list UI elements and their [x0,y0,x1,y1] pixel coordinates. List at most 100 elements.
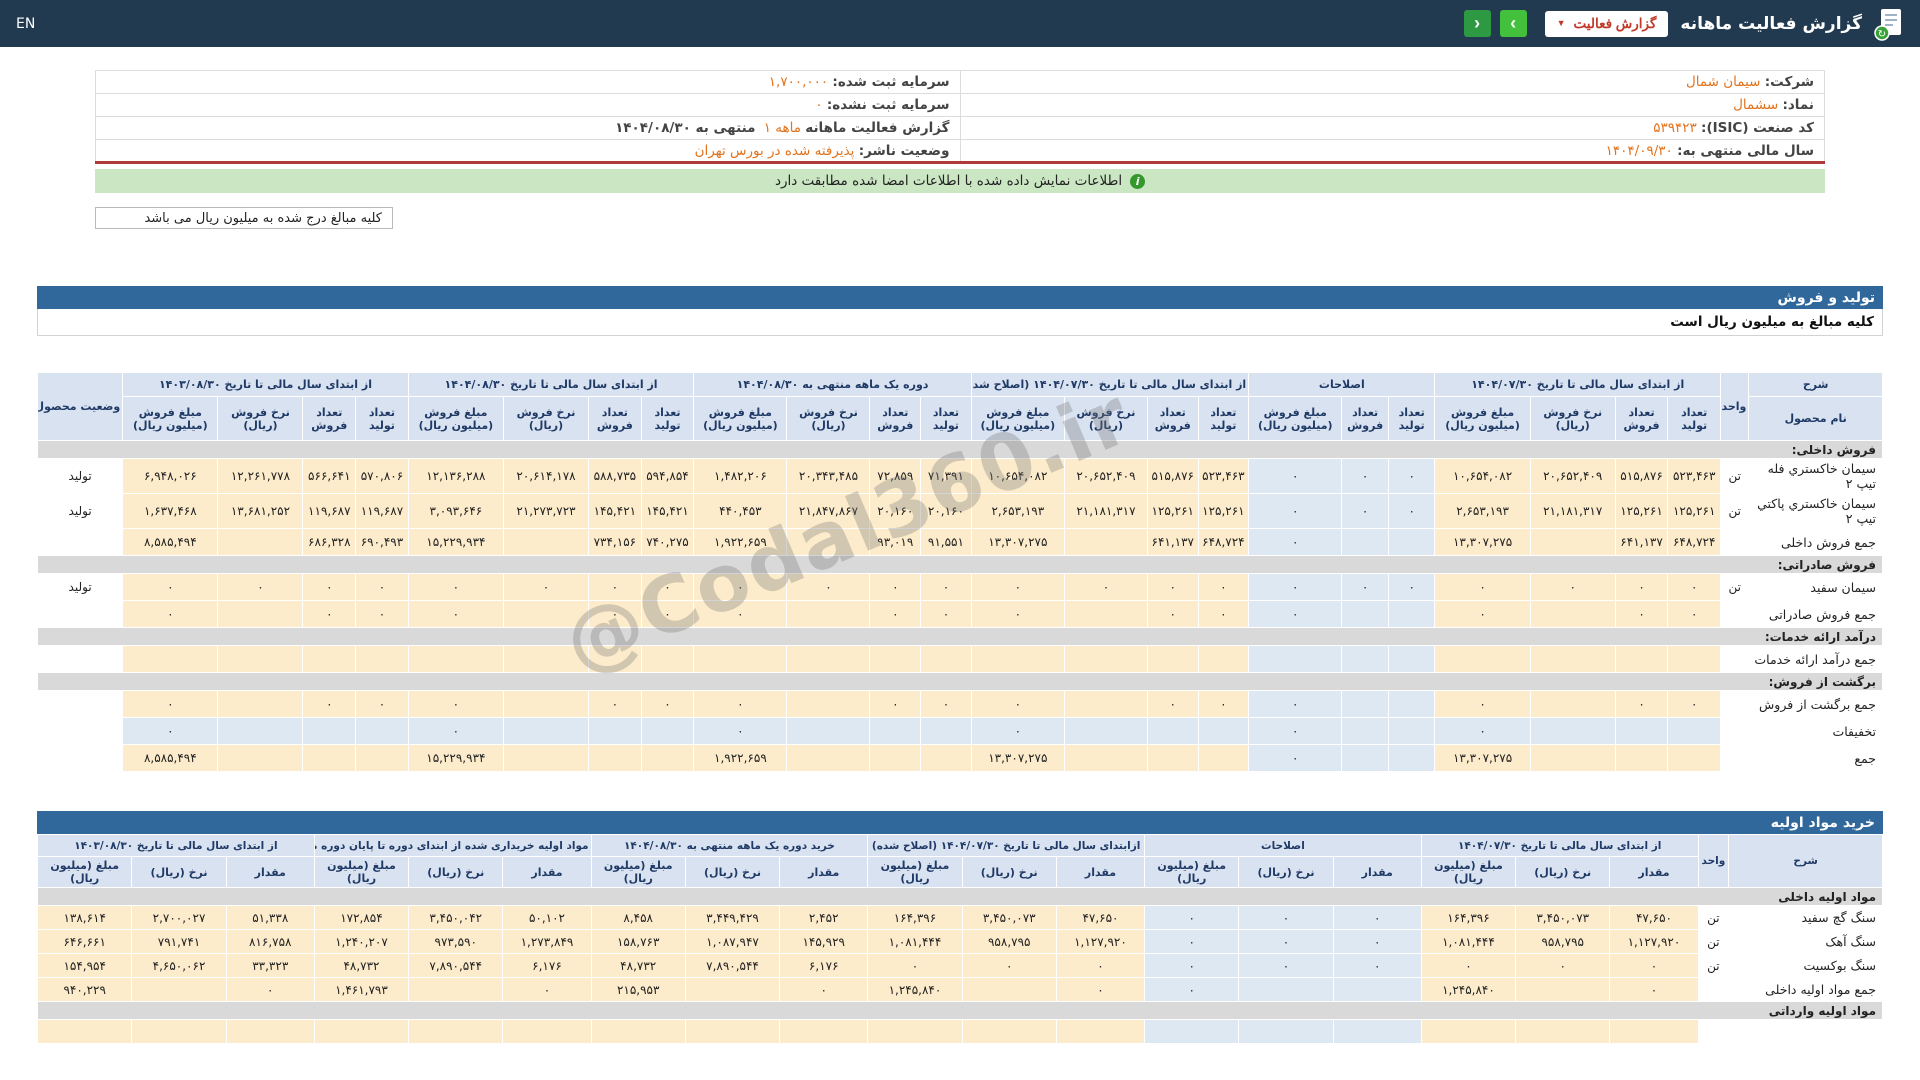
value-cell [218,529,303,556]
row-unit [1698,978,1729,1002]
table-row [38,1020,1883,1044]
spacer [37,336,1883,372]
report-body: تولید و فروش کلیه مبالغ به میلیون ریال ا… [37,286,1883,1044]
value-cell: ۲,۷۰۰,۰۲۷ [132,906,226,930]
value-cell: ۵۹۴,۸۵۴ [641,459,694,494]
value-cell [1388,745,1435,772]
value-cell [685,1020,779,1044]
fiscal-year-value: ۱۴۰۴/۰۹/۳۰ [1606,143,1673,159]
value-cell: ۵۰,۱۰۲ [503,906,591,930]
value-cell: ۱,۱۲۷,۹۲۰ [1056,930,1144,954]
value-cell: ۱۱۹,۶۸۷ [356,494,409,529]
report-period-cell: گزارش فعالیت ماهانه ۱ ماهه منتهی به ۱۴۰۴… [96,117,961,140]
value-cell [641,718,694,745]
value-cell: ۹۵۸,۷۹۵ [962,930,1056,954]
report-icon: ↻ [1874,7,1904,41]
value-cell [38,1020,132,1044]
value-cell: ۱,۶۳۷,۴۶۸ [123,494,218,529]
value-cell: ۱,۲۷۳,۸۴۹ [503,930,591,954]
report-type-dropdown[interactable]: گزارش فعالیت ▼ [1545,11,1669,37]
value-cell: ۰ [1145,930,1239,954]
value-cell: ۶۹۰,۴۹۳ [356,529,409,556]
value-cell: ۰ [921,574,972,601]
value-cell: ۰ [641,574,694,601]
section-row: برگشت از فروش: [38,673,1883,691]
table-row: سنگ بوکسیتتن۰۰۰۰۰۰۰۰۰۶,۱۷۶۷,۸۹۰,۵۴۴۴۸,۷۳… [38,954,1883,978]
value-cell: ۴۸,۷۳۲ [591,954,685,978]
value-cell: ۹۳,۰۱۹ [870,529,921,556]
value-cell [780,1020,868,1044]
header-group-row: شرحواحداز ابتدای سال مالی تا تاریخ ۱۴۰۴/… [38,373,1883,397]
prev-report-button[interactable]: ‹ [1464,10,1491,37]
value-cell [787,718,870,745]
value-cell: ۴۷,۶۵۰ [1056,906,1144,930]
amount-note-box: کلیه مبالغ درج شده به میلیون ریال می باش… [95,207,393,229]
value-cell: ۱۳۸,۶۱۴ [38,906,132,930]
header-period-group: مواد اولیه خریداری شده از ابتدای دوره تا… [314,835,591,857]
row-unit [1721,529,1749,556]
value-cell: ۲۰,۶۵۲,۴۰۹ [1064,459,1147,494]
fiscal-year-cell: سال مالی منتهی به: ۱۴۰۴/۰۹/۳۰ [960,140,1825,163]
report-nav-buttons: › ‹ [1464,10,1527,37]
value-cell [1239,978,1333,1002]
value-cell: ۳,۴۴۹,۴۲۹ [685,906,779,930]
value-cell [589,646,642,673]
info-row-isic: کد صنعت (ISIC): ۵۳۹۴۲۳ گزارش فعالیت ماها… [96,117,1825,140]
value-cell: ۰ [1249,718,1342,745]
row-unit: تن [1721,459,1749,494]
value-cell [787,601,870,628]
value-cell: ۱۱۹,۶۸۷ [303,494,356,529]
report-period-label: گزارش فعالیت ماهانه [805,120,949,136]
value-cell [356,745,409,772]
value-cell: ۶۸۶,۳۲۸ [303,529,356,556]
value-cell: ۰ [971,574,1064,601]
topbar: ↻ گزارش فعالیت ماهانه گزارش فعالیت ▼ › ‹… [0,0,1920,47]
value-cell: ۲۱۵,۹۵۳ [591,978,685,1002]
value-cell [1064,745,1147,772]
value-cell: ۰ [1249,494,1342,529]
value-cell: ۰ [694,718,787,745]
header-group-row: شرحواحداز ابتدای سال مالی تا تاریخ ۱۴۰۴/… [38,835,1883,857]
section-row: فروش داخلی: [38,441,1883,459]
production-sales-table: شرحواحداز ابتدای سال مالی تا تاریخ ۱۴۰۴/… [37,372,1883,772]
value-cell: ۰ [303,601,356,628]
value-cell [218,718,303,745]
value-cell: ۵۲۳,۴۶۳ [1198,459,1249,494]
value-cell: ۰ [1342,459,1389,494]
value-cell: ۳,۴۵۰,۰۷۳ [962,906,1056,930]
value-cell: ۰ [787,574,870,601]
value-cell: ۰ [694,691,787,718]
value-cell [1516,978,1610,1002]
value-cell: ۰ [1249,459,1342,494]
fiscal-year-label: سال مالی منتهی به: [1677,143,1814,159]
value-cell [1530,691,1615,718]
value-cell: ۰ [1435,691,1530,718]
value-cell [1198,646,1249,673]
value-cell: ۵۱۵,۸۷۶ [1147,459,1198,494]
registered-capital-value: ۱,۷۰۰,۰۰۰ [769,74,828,90]
value-cell: ۰ [1610,954,1698,978]
next-report-button[interactable]: › [1500,10,1527,37]
value-cell: ۸,۴۵۸ [591,906,685,930]
value-cell [314,1020,408,1044]
header-period-group: از ابتدای سال مالی تا تاریخ ۱۴۰۳/۰۸/۳۰ [38,835,315,857]
header-measure: نرخ (ریال) [132,857,226,888]
company-info-section: شرکت: سیمان شمال سرمایه ثبت شده: ۱,۷۰۰,۰… [95,70,1825,229]
svg-text:↻: ↻ [1878,29,1886,40]
header-measure: تعداد تولید [641,397,694,441]
row-name: سنگ بوکسیت [1729,954,1883,978]
language-toggle-en[interactable]: EN [16,16,35,32]
value-cell: ۱,۹۲۲,۶۵۹ [694,529,787,556]
value-cell: ۳,۴۵۰,۰۴۲ [409,906,503,930]
value-cell: ۹۷۳,۵۹۰ [409,930,503,954]
value-cell: ۰ [303,691,356,718]
value-cell [1198,718,1249,745]
company-value: سیمان شمال [1686,74,1761,90]
value-cell: ۰ [921,601,972,628]
value-cell: ۰ [694,601,787,628]
value-cell [1064,529,1147,556]
value-cell [1342,646,1389,673]
value-cell: ۰ [1530,574,1615,601]
value-cell: ۱۰,۶۵۴,۰۸۲ [1435,459,1530,494]
row-unit [1698,1020,1729,1044]
